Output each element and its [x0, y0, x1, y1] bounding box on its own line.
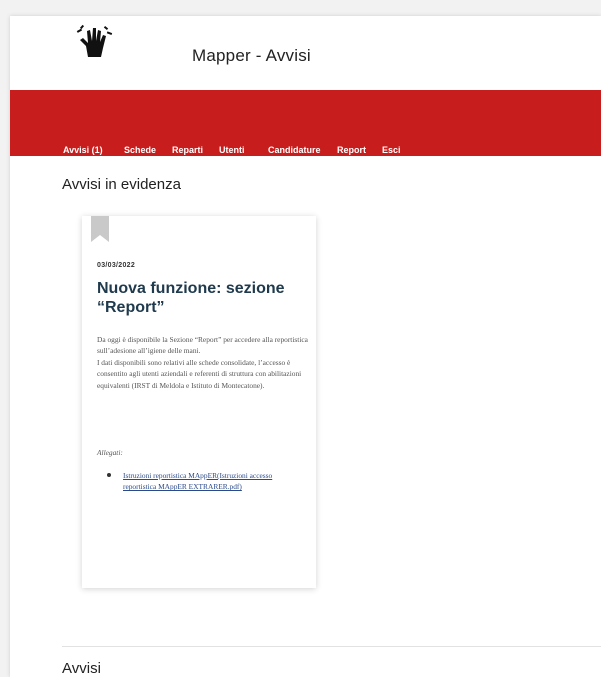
bullet-icon	[107, 473, 111, 477]
section-divider	[62, 646, 601, 647]
attachment-item: Istruzioni reportistica MAppER(Istruzion…	[97, 470, 307, 493]
attachments-label: Allegati:	[97, 448, 123, 457]
notice-date: 03/03/2022	[97, 262, 136, 269]
notice-paragraph: I dati disponibili sono relativi alle sc…	[97, 357, 302, 390]
nav-item-reparti[interactable]: Reparti	[172, 145, 203, 155]
nav-item-report[interactable]: Report	[337, 145, 366, 155]
app-header: Mapper - Avvisi	[10, 16, 601, 90]
nav-item-utenti[interactable]: Utenti	[219, 145, 245, 155]
page-container: Mapper - Avvisi Avvisi (1) Schede Repart…	[10, 16, 601, 677]
attachments-list: Istruzioni reportistica MAppER(Istruzion…	[97, 470, 307, 493]
notice-title: Nuova funzione: sezione “Report”	[97, 280, 285, 316]
hand-sign-logo-icon[interactable]	[74, 24, 114, 60]
attachment-link[interactable]: Istruzioni reportistica MAppER(Istruzion…	[123, 470, 293, 493]
highlighted-section-title: Avvisi in evidenza	[62, 176, 181, 193]
nav-item-avvisi[interactable]: Avvisi (1)	[63, 145, 103, 155]
notice-body: Da oggi è disponibile la Sezione “Report…	[97, 334, 309, 391]
notice-card[interactable]: 03/03/2022 Nuova funzione: sezione “Repo…	[82, 216, 316, 588]
app-title: Mapper - Avvisi	[192, 46, 311, 65]
nav-item-esci[interactable]: Esci	[382, 145, 401, 155]
nav-item-schede[interactable]: Schede	[124, 145, 156, 155]
notice-paragraph: Da oggi è disponibile la Sezione “Report…	[97, 335, 308, 356]
nav-item-candidature[interactable]: Candidature	[268, 145, 321, 155]
main-nav: Avvisi (1) Schede Reparti Utenti Candida…	[10, 90, 601, 156]
avvisi-section-title: Avvisi	[62, 660, 101, 677]
bookmark-icon	[91, 216, 109, 242]
